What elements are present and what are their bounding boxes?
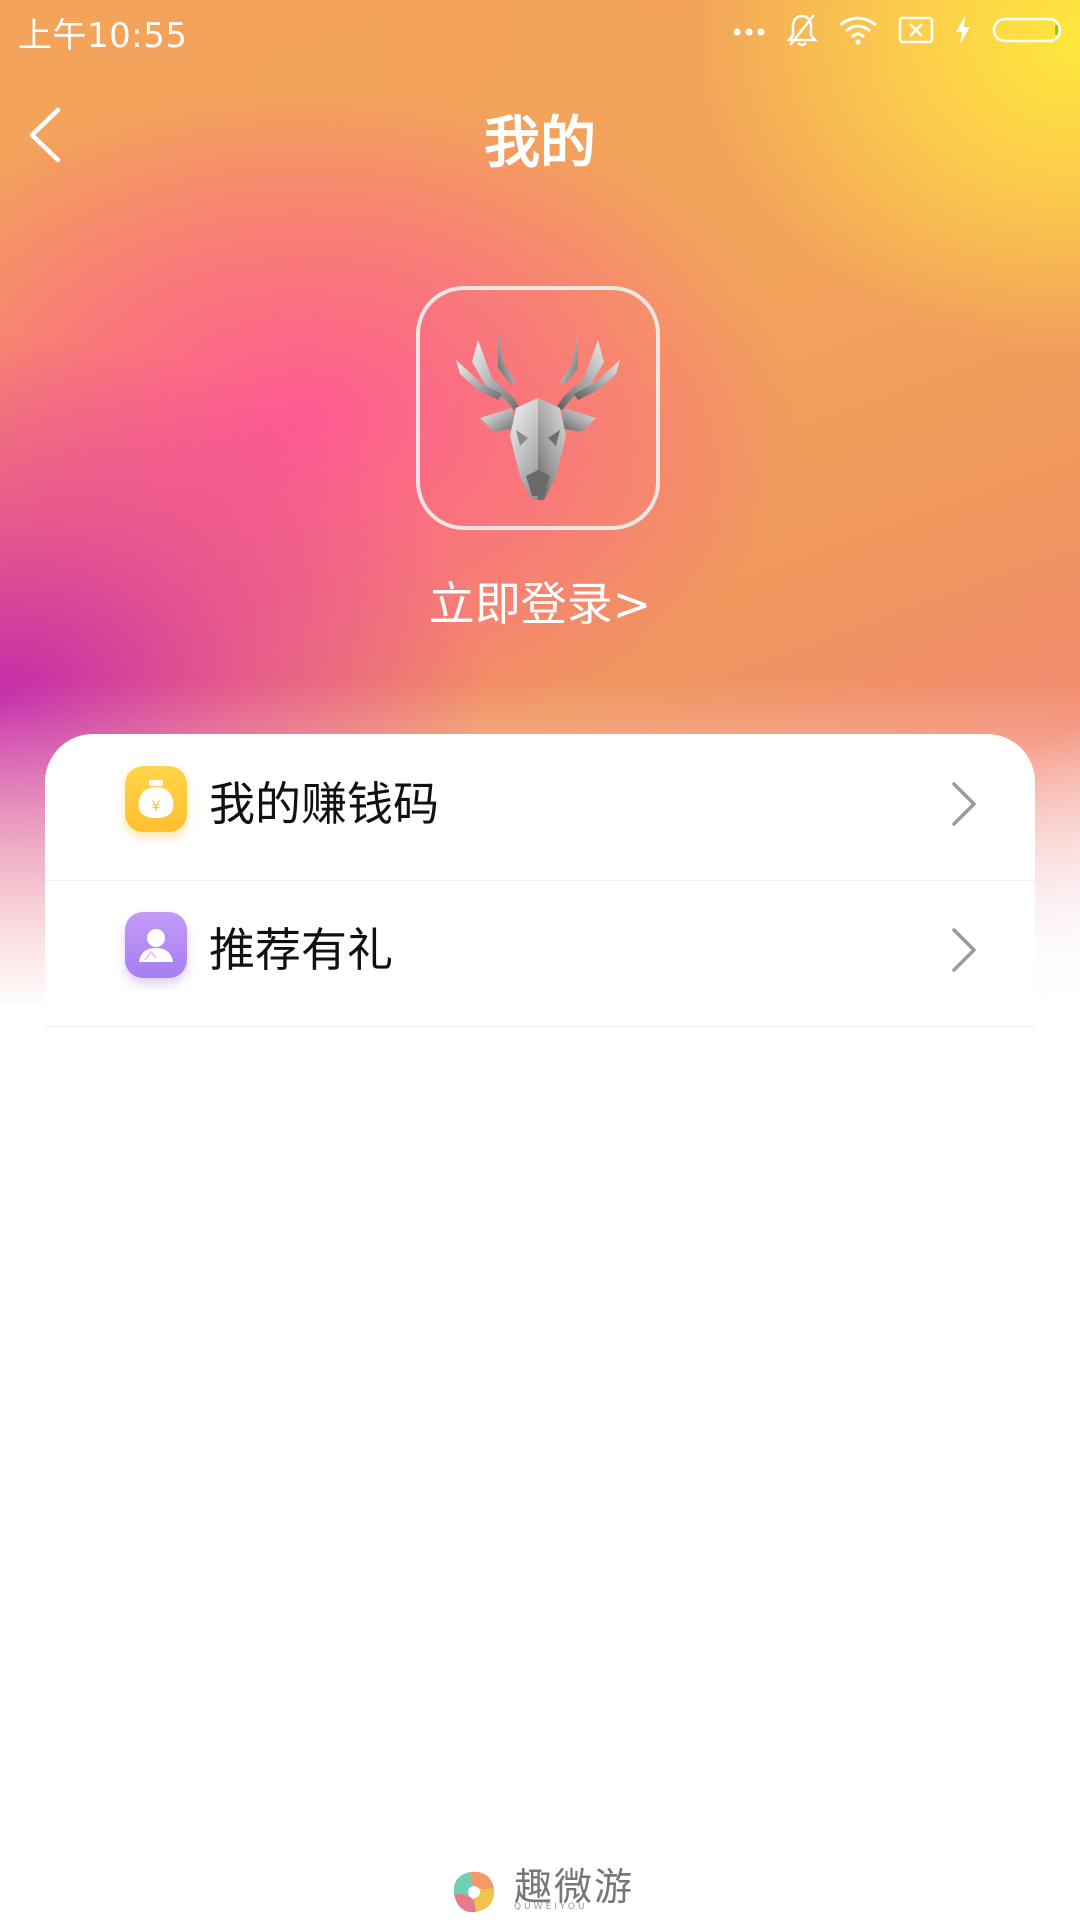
menu-label-referral: 推荐有礼 — [209, 923, 393, 977]
status-bar: 上午10:55 — [0, 0, 1080, 60]
charging-bolt-icon — [954, 15, 972, 45]
login-link[interactable]: 立即登录> — [0, 568, 1080, 634]
money-bag-icon: ¥ — [125, 766, 187, 832]
footer-brand: 趣微游 QUWEIYOU — [446, 1860, 636, 1916]
bell-off-icon — [786, 13, 818, 47]
menu-item-referral[interactable]: 推荐有礼 — [45, 880, 1035, 1027]
brand-logo-icon — [453, 1871, 495, 1913]
battery-icon — [992, 15, 1064, 45]
page-title: 我的 — [484, 111, 596, 176]
more-dots-icon — [732, 24, 766, 36]
status-icons — [732, 12, 1064, 48]
chevron-right-icon — [952, 782, 976, 826]
svg-text:¥: ¥ — [152, 799, 161, 815]
profile-screen: 上午10:55 我的 立即登录> ¥ 我的赚钱码 推荐有礼 趣微游 QUWEIY… — [0, 0, 1080, 1920]
brand-subtitle: QUWEIYOU — [514, 1902, 588, 1912]
menu-card: ¥ 我的赚钱码 推荐有礼 — [45, 734, 1035, 1027]
person-icon — [125, 912, 187, 978]
menu-label-earn-code: 我的赚钱码 — [209, 777, 439, 831]
status-time: 上午10:55 — [18, 16, 188, 56]
wifi-icon — [838, 15, 878, 45]
deer-head-icon — [456, 332, 620, 500]
sim-x-icon — [898, 15, 934, 45]
avatar[interactable] — [416, 286, 660, 530]
menu-item-earn-code[interactable]: ¥ 我的赚钱码 — [45, 734, 1035, 881]
chevron-right-icon — [952, 928, 976, 972]
